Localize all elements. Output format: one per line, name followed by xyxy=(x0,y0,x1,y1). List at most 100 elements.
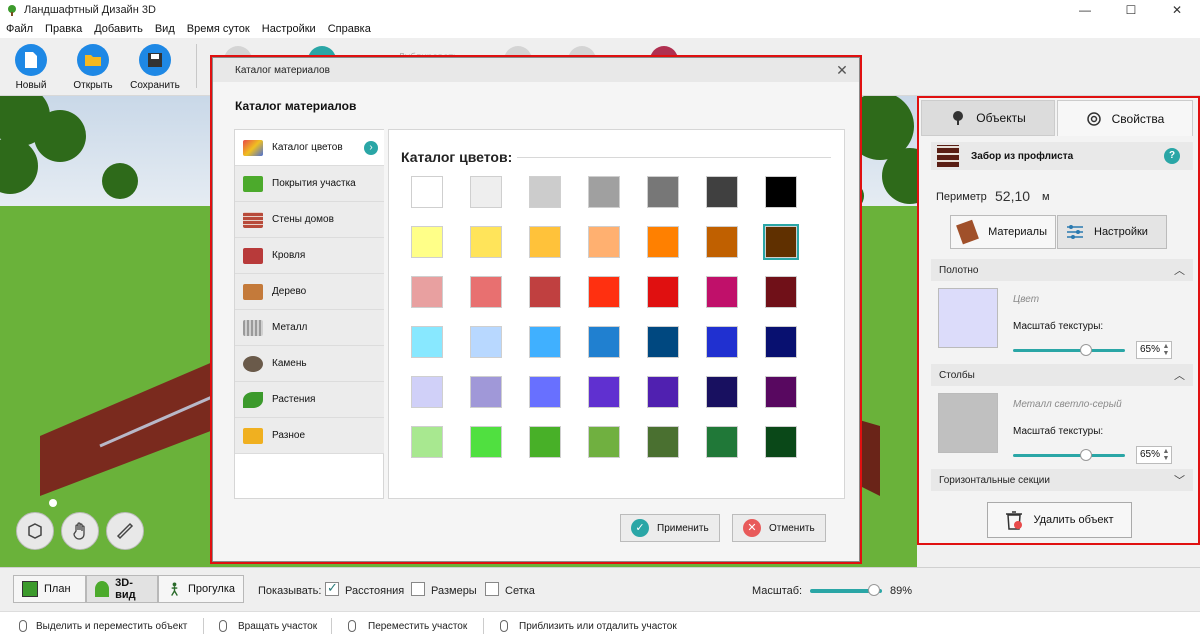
color-swatch[interactable] xyxy=(588,226,620,258)
distances-checkbox[interactable]: ✓ xyxy=(325,580,339,596)
category-roofing[interactable]: Кровля xyxy=(235,238,384,274)
color-swatch[interactable] xyxy=(706,376,738,408)
canvas-material-preview[interactable] xyxy=(938,288,998,348)
section-posts-header[interactable]: Столбы ︿ xyxy=(931,364,1193,386)
color-swatch[interactable] xyxy=(647,426,679,458)
tab-walk[interactable]: Прогулка xyxy=(158,575,244,603)
color-swatch[interactable] xyxy=(529,426,561,458)
slider-knob[interactable] xyxy=(1079,344,1092,356)
section-canvas-header[interactable]: Полотно ︿ xyxy=(931,259,1193,281)
tab-plan[interactable]: План xyxy=(13,575,86,603)
color-swatch[interactable] xyxy=(647,176,679,208)
grid-checkbox[interactable] xyxy=(485,582,499,596)
color-swatch[interactable] xyxy=(529,176,561,208)
menu-add[interactable]: Добавить xyxy=(94,23,143,35)
color-swatch[interactable] xyxy=(529,226,561,258)
color-swatch[interactable] xyxy=(470,226,502,258)
apply-button[interactable]: ✓ Применить xyxy=(620,514,720,542)
color-swatch[interactable] xyxy=(765,426,797,458)
distances-label: Расстояния xyxy=(345,585,405,597)
color-swatch[interactable] xyxy=(470,176,502,208)
color-swatch[interactable] xyxy=(529,276,561,308)
measure-tool[interactable] xyxy=(106,512,144,550)
delete-object-button[interactable]: Удалить объект xyxy=(987,502,1132,538)
color-swatch[interactable] xyxy=(470,376,502,408)
dialog-close-button[interactable]: ✕ xyxy=(833,61,851,79)
section-horizontal-header[interactable]: Горизонтальные секции ﹀ xyxy=(931,469,1193,491)
color-swatch[interactable] xyxy=(647,226,679,258)
color-swatch[interactable] xyxy=(470,326,502,358)
color-swatch[interactable] xyxy=(411,226,443,258)
texture-scale-value[interactable]: 65% ▲ ▼ xyxy=(1136,446,1172,464)
menu-edit[interactable]: Правка xyxy=(45,23,82,35)
open-button[interactable]: Открыть xyxy=(63,44,123,91)
color-swatch[interactable] xyxy=(765,276,797,308)
menu-settings[interactable]: Настройки xyxy=(262,23,316,35)
close-button[interactable]: ✕ xyxy=(1154,0,1200,20)
posts-material-preview[interactable] xyxy=(938,393,998,453)
materials-button[interactable]: Материалы xyxy=(950,215,1056,249)
menu-view[interactable]: Вид xyxy=(155,23,175,35)
color-swatch[interactable] xyxy=(529,326,561,358)
spinner-arrows-icon[interactable]: ▲ ▼ xyxy=(1162,448,1170,462)
color-swatch[interactable] xyxy=(411,426,443,458)
tab-objects[interactable]: Объекты xyxy=(921,100,1055,136)
slider-knob[interactable] xyxy=(1079,449,1092,461)
color-swatch[interactable] xyxy=(765,376,797,408)
category-stone[interactable]: Камень xyxy=(235,346,384,382)
color-swatch[interactable] xyxy=(647,326,679,358)
zoom-slider-knob[interactable] xyxy=(868,584,881,596)
rotate-view-tool[interactable] xyxy=(16,512,54,550)
color-swatch[interactable] xyxy=(706,326,738,358)
color-swatch[interactable] xyxy=(411,176,443,208)
texture-scale-slider[interactable] xyxy=(1013,349,1125,352)
sizes-checkbox[interactable] xyxy=(411,582,425,596)
settings-button[interactable]: Настройки xyxy=(1057,215,1167,249)
color-swatch[interactable] xyxy=(706,226,738,258)
category-list: Каталог цветов › Покрытия участка Стены … xyxy=(234,129,384,499)
dialog-window-title: Каталог материалов xyxy=(235,64,330,76)
texture-scale-value[interactable]: 65% ▲ ▼ xyxy=(1136,341,1172,359)
menu-file[interactable]: Файл xyxy=(6,23,33,35)
pan-view-tool[interactable] xyxy=(61,512,99,550)
tab-properties[interactable]: Свойства xyxy=(1057,100,1193,136)
color-swatch[interactable] xyxy=(588,176,620,208)
spinner-arrows-icon[interactable]: ▲ ▼ xyxy=(1162,343,1170,357)
color-swatch[interactable] xyxy=(765,326,797,358)
color-swatch[interactable] xyxy=(411,326,443,358)
cancel-button[interactable]: ✕ Отменить xyxy=(732,514,826,542)
color-swatch[interactable] xyxy=(588,276,620,308)
category-plants[interactable]: Растения xyxy=(235,382,384,418)
color-swatch[interactable] xyxy=(765,226,797,258)
menu-help[interactable]: Справка xyxy=(328,23,371,35)
color-swatch[interactable] xyxy=(411,376,443,408)
color-swatch[interactable] xyxy=(765,176,797,208)
color-swatch[interactable] xyxy=(470,426,502,458)
color-swatch[interactable] xyxy=(411,276,443,308)
maximize-button[interactable]: ☐ xyxy=(1108,0,1154,20)
category-walls[interactable]: Стены домов xyxy=(235,202,384,238)
save-button[interactable]: Сохранить xyxy=(125,44,185,91)
color-swatch[interactable] xyxy=(647,276,679,308)
category-wood[interactable]: Дерево xyxy=(235,274,384,310)
category-colors[interactable]: Каталог цветов › xyxy=(235,130,384,166)
texture-scale-slider[interactable] xyxy=(1013,454,1125,457)
color-swatch[interactable] xyxy=(588,426,620,458)
category-metal[interactable]: Металл xyxy=(235,310,384,346)
menu-time-of-day[interactable]: Время суток xyxy=(187,23,250,35)
help-icon[interactable]: ? xyxy=(1164,148,1180,164)
color-swatch[interactable] xyxy=(706,426,738,458)
color-swatch[interactable] xyxy=(529,376,561,408)
color-swatch[interactable] xyxy=(588,326,620,358)
category-misc[interactable]: Разное xyxy=(235,418,384,454)
tab-3d-view[interactable]: 3D-вид xyxy=(86,575,158,603)
color-swatch[interactable] xyxy=(588,376,620,408)
minimize-button[interactable]: — xyxy=(1062,0,1108,20)
color-swatch[interactable] xyxy=(706,276,738,308)
color-swatch[interactable] xyxy=(470,276,502,308)
vertex-handle[interactable] xyxy=(49,499,57,507)
category-surfaces[interactable]: Покрытия участка xyxy=(235,166,384,202)
color-swatch[interactable] xyxy=(647,376,679,408)
new-button[interactable]: Новый xyxy=(1,44,61,91)
color-swatch[interactable] xyxy=(706,176,738,208)
